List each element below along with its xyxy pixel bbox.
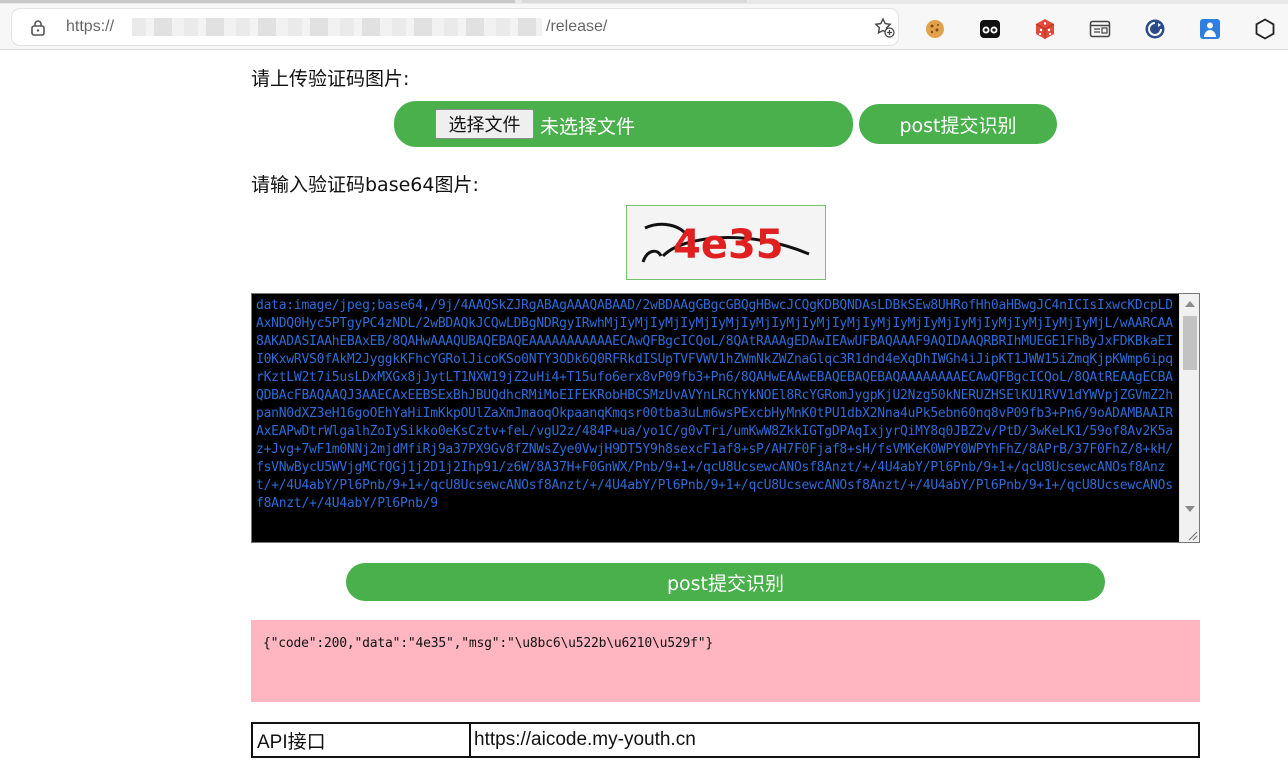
hexagon-icon[interactable] xyxy=(1254,18,1276,40)
no-file-text: 未选择文件 xyxy=(540,116,636,138)
address-bar[interactable]: https:// /release/ xyxy=(12,9,898,45)
add-favorite-star-icon[interactable] xyxy=(874,17,896,39)
post-submit-button[interactable]: post提交识别 xyxy=(859,104,1057,144)
sunglasses-icon[interactable] xyxy=(979,18,1001,40)
url-suffix: /release/ xyxy=(546,18,608,35)
cookie-icon[interactable] xyxy=(924,18,946,40)
result-json: {"code":200,"data":"4e35","msg":"\u8bc6\… xyxy=(263,636,713,651)
upload-label: 请上传验证码图片: xyxy=(251,68,410,90)
post-submit-base64-button[interactable]: post提交识别 xyxy=(346,563,1105,601)
base64-textarea-value: data:image/jpeg;base64,/9j/4AAQSkZJRgABA… xyxy=(256,298,1173,511)
base64-textarea[interactable]: data:image/jpeg;base64,/9j/4AAQSkZJRgABA… xyxy=(251,293,1200,543)
lock-icon[interactable] xyxy=(30,19,46,36)
captcha-image: 4e35 xyxy=(626,205,826,280)
url-prefix: https:// xyxy=(66,18,115,35)
tab-indicator[interactable] xyxy=(0,0,515,3)
textarea-scrollbar[interactable] xyxy=(1179,294,1199,542)
reader-icon[interactable] xyxy=(1089,18,1111,40)
scrollbar-thumb[interactable] xyxy=(1183,316,1197,370)
captcha-text: 4e35 xyxy=(673,222,784,268)
api-table: API接口 https://aicode.my-youth.cn xyxy=(251,722,1200,758)
scroll-up-arrow-icon[interactable] xyxy=(1185,301,1195,307)
resize-handle-icon[interactable] xyxy=(1186,529,1198,541)
url-redacted xyxy=(132,18,542,36)
refresh-circle-icon[interactable] xyxy=(1144,18,1166,40)
result-box: {"code":200,"data":"4e35","msg":"\u8bc6\… xyxy=(251,620,1200,702)
api-url-cell: https://aicode.my-youth.cn xyxy=(474,729,696,750)
choose-file-button[interactable]: 选择文件 xyxy=(435,109,534,139)
scroll-down-arrow-icon[interactable] xyxy=(1185,506,1195,512)
tab-indicator[interactable] xyxy=(522,0,747,3)
browser-toolbar: https:// /release/ xyxy=(0,4,1288,50)
dice-icon[interactable] xyxy=(1034,18,1056,40)
person-icon[interactable] xyxy=(1199,18,1221,40)
file-input[interactable]: 选择文件 未选择文件 xyxy=(394,101,853,147)
api-key-cell: API接口 xyxy=(253,724,471,756)
base64-label: 请输入验证码base64图片: xyxy=(251,174,479,196)
